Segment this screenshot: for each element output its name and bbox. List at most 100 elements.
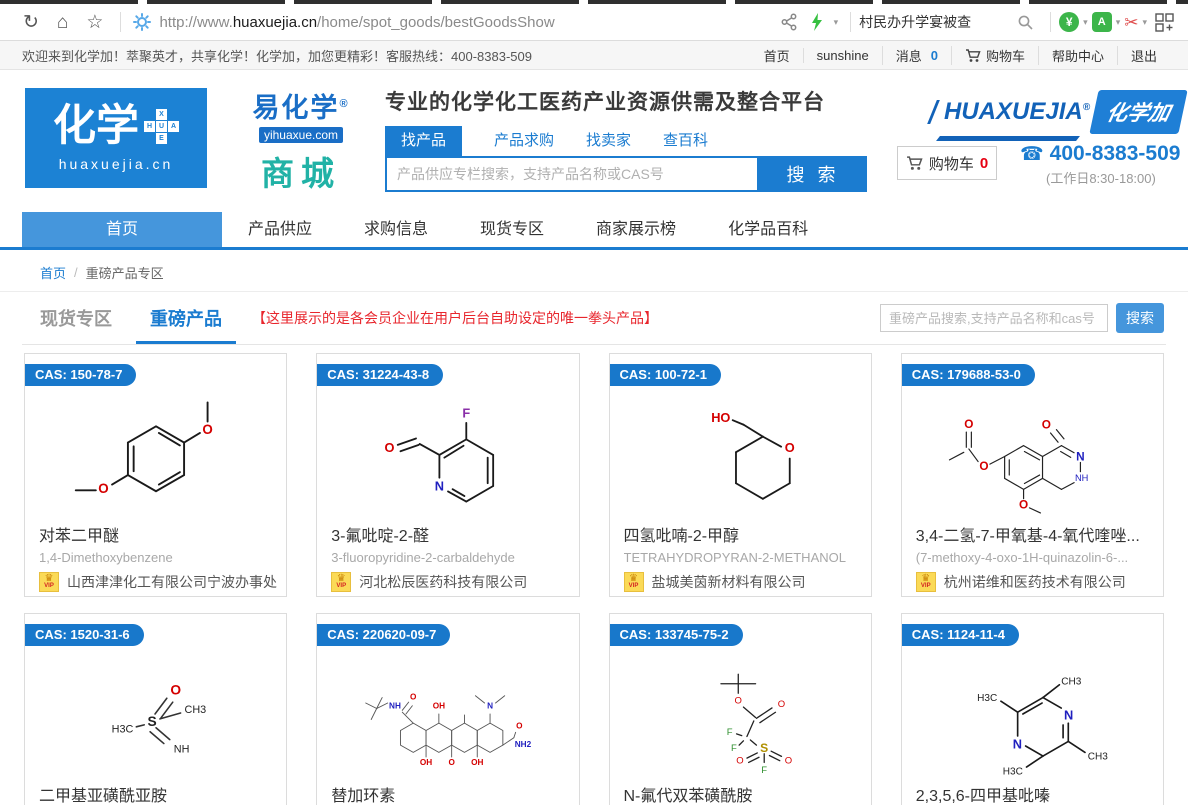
nav-item-merchants[interactable]: 商家展示榜	[570, 212, 702, 247]
bookmark-star-icon[interactable]: ☆	[86, 13, 103, 32]
topbar-logout-link[interactable]: 退出	[1117, 46, 1170, 65]
svg-text:O: O	[735, 696, 742, 707]
product-name[interactable]: 3-氟吡啶-2-醛	[331, 522, 564, 546]
topbar-username-link[interactable]: sunshine	[803, 48, 882, 63]
apps-grid-icon[interactable]	[1155, 13, 1174, 32]
nav-item-wiki[interactable]: 化学品百科	[702, 212, 834, 247]
phone-hours: (工作日8:30-18:00)	[1046, 168, 1180, 187]
structure-image: NH O OH N O NH2 OH O OH	[317, 650, 578, 778]
divider	[120, 12, 121, 32]
main-search-button[interactable]: 搜 索	[759, 156, 867, 192]
yihuaxue-mall-text: 商城	[235, 147, 367, 195]
caret-icon[interactable]: ▾	[1116, 17, 1121, 28]
section-search-button[interactable]: 搜索	[1116, 303, 1164, 333]
svg-text:O: O	[778, 699, 785, 710]
nav-item-wanted[interactable]: 求购信息	[338, 212, 454, 247]
tab-spot-goods[interactable]: 现货专区	[40, 292, 112, 344]
svg-text:O: O	[98, 481, 108, 496]
logo-domain-text: huaxuejia.cn	[59, 156, 174, 172]
product-card[interactable]: CAS: 31224-43-8	[316, 353, 579, 597]
company-name[interactable]: 杭州诺维和医药技术有限公司	[944, 572, 1126, 592]
header-cart-button[interactable]: 购物车 0	[897, 146, 997, 180]
nav-item-home[interactable]: 首页	[22, 212, 222, 247]
nav-item-supply[interactable]: 产品供应	[222, 212, 338, 247]
tab-find-product[interactable]: 找产品	[385, 126, 462, 156]
breadcrumb-current: 重磅产品专区	[86, 263, 164, 282]
breadcrumb-home[interactable]: 首页	[40, 263, 66, 282]
huaxuejia-logo[interactable]: 化学 X H U A E huaxuejia.cn	[25, 88, 207, 188]
topbar-cart-link[interactable]: 购物车	[951, 46, 1038, 65]
translate-icon[interactable]: A	[1092, 12, 1112, 32]
svg-text:O: O	[410, 692, 417, 701]
structure-image: O CH3 H3C NH S	[25, 650, 286, 778]
topbar-messages-link[interactable]: 消息0	[882, 46, 951, 65]
share-icon[interactable]	[780, 13, 798, 31]
product-card[interactable]: CAS: 179688-53-0	[901, 353, 1164, 597]
product-name[interactable]: 对苯二甲醚	[39, 522, 272, 546]
logo-cn-text: 化学	[53, 105, 139, 148]
svg-text:NH: NH	[389, 702, 401, 711]
structure-image: N N CH3 H3C CH3 H3C	[902, 650, 1163, 778]
tab-encyclopedia[interactable]: 查百科	[663, 126, 708, 156]
structure-image: O N NH O O O	[902, 390, 1163, 518]
site-slogan: 专业的化学化工医药产业资源供需及整合平台	[385, 86, 867, 116]
svg-text:O: O	[785, 440, 795, 455]
svg-text:O: O	[448, 758, 455, 767]
svg-text:CH3: CH3	[184, 704, 206, 716]
svg-text:F: F	[727, 727, 733, 738]
caret-icon[interactable]: ▾	[1142, 17, 1147, 28]
cas-badge: CAS: 31224-43-8	[317, 364, 443, 386]
divider	[1050, 12, 1051, 32]
site-icon	[133, 13, 151, 31]
company-name[interactable]: 山西津津化工有限公司宁波办事处	[67, 572, 277, 592]
search-icon[interactable]	[1017, 14, 1034, 31]
service-phone: ☎ 400-8383-509 (工作日8:30-18:00)	[1020, 142, 1180, 187]
product-card[interactable]: CAS: 1124-11-4	[901, 613, 1164, 805]
cas-badge: CAS: 1520-31-6	[25, 624, 144, 646]
product-name[interactable]: N-氟代双苯磺酰胺	[624, 782, 857, 805]
product-name[interactable]: 四氢吡喃-2-甲醇	[624, 522, 857, 546]
vip-icon: ♛VIP	[624, 572, 644, 592]
company-row: ♛VIP 杭州诺维和医药技术有限公司	[916, 572, 1149, 592]
browser-search-input[interactable]: 村民办升学宴被查	[859, 12, 1009, 32]
main-search-input[interactable]	[385, 156, 759, 192]
divider	[850, 12, 851, 32]
svg-text:S: S	[147, 714, 156, 729]
caret-icon[interactable]: ▾	[1083, 17, 1088, 28]
product-name[interactable]: 3,4-二氢-7-甲氧基-4-氧代喹唑...	[916, 522, 1149, 546]
breadcrumb: 首页 / 重磅产品专区	[0, 253, 1188, 292]
topbar-help-link[interactable]: 帮助中心	[1038, 46, 1117, 65]
wallet-shield-icon[interactable]: ¥	[1059, 12, 1079, 32]
company-name[interactable]: 河北松辰医药科技有限公司	[359, 572, 527, 592]
product-name[interactable]: 2,3,5,6-四甲基吡嗪	[916, 782, 1149, 805]
yihuaxue-logo[interactable]: 易化学® yihuaxue.com 商城	[235, 86, 367, 195]
lightning-icon[interactable]	[810, 13, 824, 31]
product-grid: CAS: 150-78-7 O O	[24, 353, 1164, 805]
chevron-down-icon[interactable]: ▾	[834, 17, 839, 28]
screenshot-scissors-icon[interactable]: ✂	[1124, 14, 1138, 31]
refresh-icon[interactable]: ↻	[23, 13, 39, 32]
address-bar[interactable]: http://www.huaxuejia.cn/home/spot_goods/…	[133, 13, 773, 31]
svg-text:O: O	[980, 460, 989, 473]
tab-find-seller[interactable]: 找卖家	[586, 126, 631, 156]
product-card[interactable]: CAS: 150-78-7 O O	[24, 353, 287, 597]
svg-text:OH: OH	[433, 702, 445, 711]
vip-icon: ♛VIP	[331, 572, 351, 592]
topbar-home-link[interactable]: 首页	[751, 46, 803, 65]
product-name[interactable]: 替加环素	[331, 782, 564, 805]
nav-item-spot[interactable]: 现货专区	[454, 212, 570, 247]
product-card[interactable]: CAS: 133745-75-2	[609, 613, 872, 805]
section-search-input[interactable]	[880, 304, 1108, 332]
cart-icon	[906, 155, 923, 171]
url-text: http://www.huaxuejia.cn/home/spot_goods/…	[159, 14, 554, 31]
home-icon[interactable]: ⌂	[57, 13, 68, 32]
vip-icon: ♛VIP	[916, 572, 936, 592]
tab-best-goods[interactable]: 重磅产品	[150, 292, 222, 344]
product-card[interactable]: CAS: 100-72-1 HO O	[609, 353, 872, 597]
product-card[interactable]: CAS: 1520-31-6 O CH3 H3C NH S	[24, 613, 287, 805]
company-name[interactable]: 盐城美茵新材料有限公司	[652, 572, 806, 592]
product-name[interactable]: 二甲基亚磺酰亚胺	[39, 782, 272, 805]
tab-product-wanted[interactable]: 产品求购	[494, 126, 554, 156]
svg-text:F: F	[462, 405, 470, 420]
product-card[interactable]: CAS: 220620-09-7	[316, 613, 579, 805]
